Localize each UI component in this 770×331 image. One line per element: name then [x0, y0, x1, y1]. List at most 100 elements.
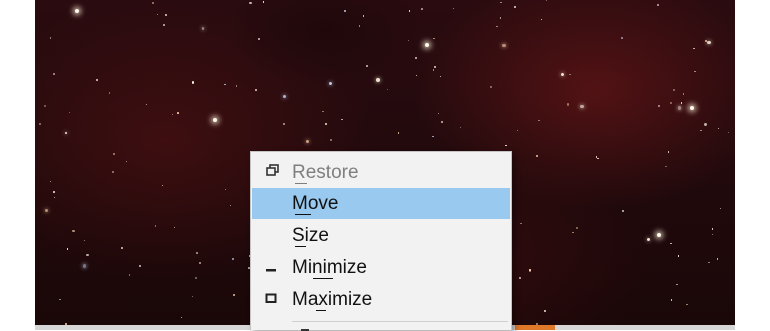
menu-separator: [292, 321, 508, 322]
star: [255, 88, 257, 91]
star: [69, 111, 71, 114]
star: [233, 294, 236, 297]
star: [192, 81, 195, 84]
star: [667, 151, 670, 153]
mnemonic-underline: [295, 246, 306, 247]
taskbar-button-active[interactable]: [515, 325, 555, 330]
bright-star: [213, 118, 217, 122]
star: [621, 210, 624, 213]
star: [232, 258, 235, 261]
mnemonic-underline: [295, 214, 311, 215]
star: [235, 85, 238, 87]
star: [344, 10, 346, 12]
star: [162, 24, 165, 27]
menu-item-restore[interactable]: Restore: [252, 157, 510, 188]
star: [432, 69, 434, 71]
star: [262, 1, 265, 3]
star: [225, 189, 227, 191]
star: [682, 93, 685, 95]
star: [717, 127, 720, 130]
star: [66, 248, 69, 250]
menu-item-label: Restore: [292, 161, 359, 183]
star: [322, 110, 324, 113]
star: [194, 277, 197, 280]
star: [517, 130, 519, 132]
star: [358, 25, 361, 27]
star: [513, 6, 516, 9]
star: [366, 65, 369, 68]
star: [49, 37, 52, 39]
star: [138, 264, 141, 267]
star: [325, 123, 328, 126]
star: [658, 105, 661, 108]
bright-star: [657, 233, 661, 237]
star: [156, 13, 159, 16]
star: [201, 27, 205, 31]
star: [496, 25, 498, 28]
mnemonic-underline: [316, 310, 326, 311]
star: [196, 252, 198, 254]
star: [128, 274, 131, 276]
star: [437, 112, 440, 115]
star: [172, 113, 174, 116]
star: [572, 231, 574, 233]
star: [86, 254, 89, 257]
star: [719, 207, 721, 209]
star: [678, 255, 680, 257]
star: [452, 8, 454, 10]
star: [597, 157, 599, 160]
menu-item-maximize[interactable]: Maximize: [252, 284, 510, 315]
maximize-icon: [252, 284, 292, 315]
star: [408, 39, 410, 41]
star: [489, 85, 492, 88]
star: [693, 47, 695, 49]
restore-icon: [252, 157, 292, 188]
star: [545, 0, 547, 2]
star: [83, 239, 85, 242]
star: [121, 247, 124, 250]
star: [646, 237, 651, 242]
star: [44, 208, 49, 212]
star: [677, 106, 682, 111]
star: [433, 66, 436, 69]
star: [711, 228, 714, 231]
star: [53, 196, 56, 199]
star: [108, 92, 110, 94]
star: [680, 102, 683, 104]
mnemonic-underline: [313, 278, 333, 279]
star: [397, 131, 400, 134]
menu-item-size[interactable]: Size: [252, 220, 510, 251]
star: [499, 17, 502, 19]
star: [432, 135, 434, 137]
star: [706, 40, 711, 45]
menu-item-minimize[interactable]: Minimize: [252, 252, 510, 283]
menu-item-label: Maximize: [292, 288, 373, 310]
star: [441, 121, 444, 123]
star: [330, 139, 332, 141]
star: [694, 70, 696, 73]
star: [341, 118, 343, 121]
star: [670, 242, 672, 245]
star: [408, 10, 411, 13]
star: [282, 94, 287, 99]
star: [676, 283, 678, 286]
star: [49, 180, 52, 183]
mnemonic-underline: [295, 183, 307, 184]
star: [39, 122, 42, 126]
star: [432, 37, 435, 40]
menu-item-close-partial[interactable]: [293, 326, 443, 331]
star: [566, 103, 569, 106]
star: [670, 298, 673, 301]
star: [43, 104, 46, 107]
bright-star: [75, 9, 79, 13]
star: [569, 73, 571, 76]
menu-item-icon-slot: [252, 188, 292, 219]
star: [529, 269, 531, 271]
bright-star: [690, 106, 694, 110]
star: [112, 153, 115, 156]
star: [621, 37, 623, 39]
star: [72, 229, 75, 232]
star: [716, 258, 719, 261]
menu-item-move[interactable]: Move: [252, 188, 510, 219]
star: [145, 103, 147, 105]
